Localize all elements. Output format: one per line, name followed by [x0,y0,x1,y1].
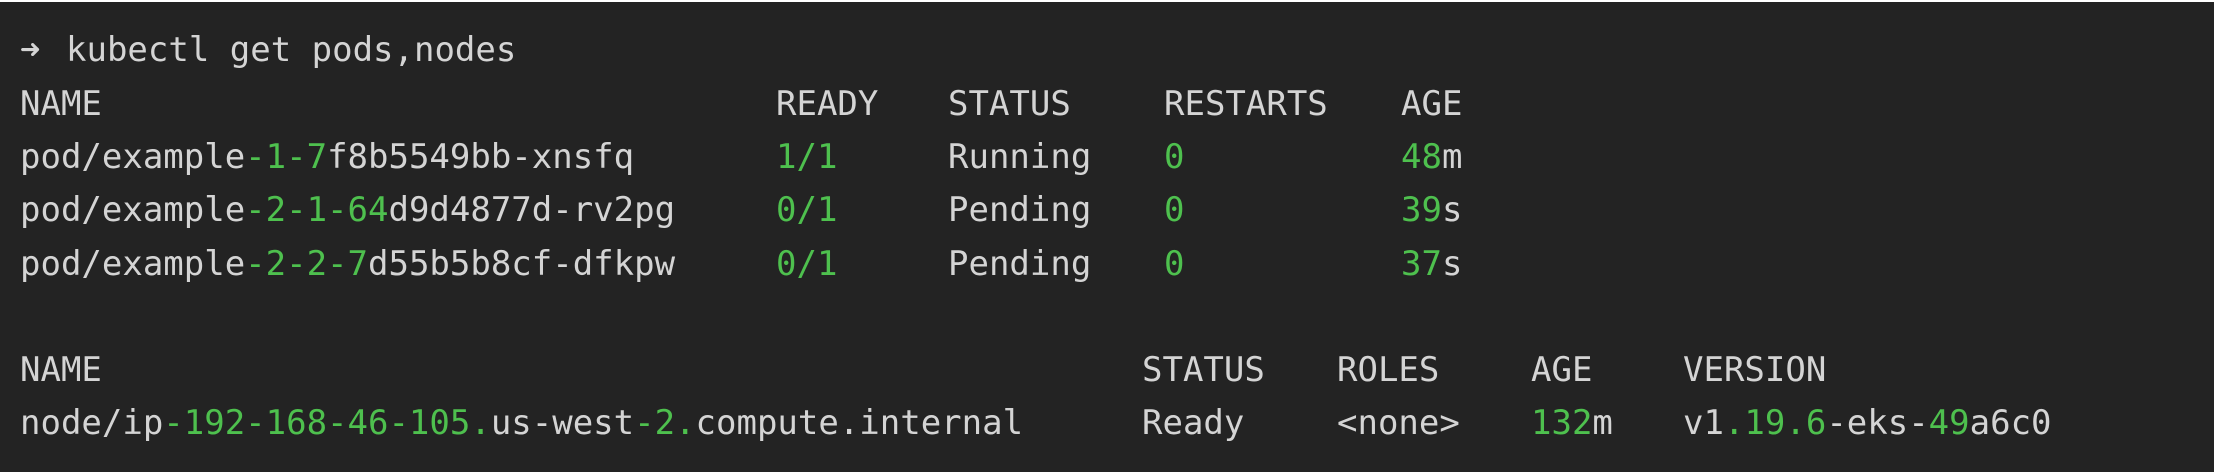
command-text: kubectl get pods,nodes [66,30,517,70]
column-header-status: STATUS [1142,350,1265,390]
text-segment: -eks- [1826,403,1929,443]
pod-row: pod/example-2-2-7d55b5b8cf-dfkpw 0/1 Pen… [0,242,2214,286]
command-line: ➜ kubectl get pods,nodes [0,28,2214,72]
text-segment: s [1441,190,1463,230]
prompt-arrow-icon: ➜ [20,30,41,70]
text-segment: pod/example [20,244,246,284]
node-roles: <none> [1337,403,1460,443]
text-segment: m [1592,403,1613,443]
pod-ready: 0/1 [776,190,838,230]
node-name: node/ip-192-168-46-105.us-west-2.compute… [20,401,1023,445]
text-segment: pod/example [20,190,246,230]
pod-ready: 0/1 [776,244,838,284]
pod-restarts: 0 [1164,190,1185,230]
text-segment: f8b5549bb-xnsfq [327,137,635,177]
terminal-window[interactable]: ➜ kubectl get pods,nodes NAME READY STAT… [0,2,2214,472]
pod-name: pod/example-1-7f8b5549bb-xnsfq [20,135,634,179]
pod-age: 39s [1401,188,1462,232]
text-segment: node/ip [20,403,164,443]
pod-ready: 1/1 [776,137,838,177]
column-header-version: VERSION [1683,350,1827,390]
node-age: 132m [1531,401,1613,445]
node-version: v1.19.6-eks-49a6c0 [1683,401,2052,445]
nodes-table-header: NAME STATUS ROLES AGE VERSION [0,348,2214,392]
pod-row: pod/example-1-7f8b5549bb-xnsfq 1/1 Runni… [0,135,2214,179]
text-segment: -2. [634,403,696,443]
text-segment: pod/example [20,137,246,177]
node-status: Ready [1142,403,1245,443]
text-segment: m [1441,137,1463,177]
column-header-age: AGE [1401,84,1463,124]
text-segment: d9d4877d-rv2pg [388,190,676,230]
text-segment: v1 [1683,403,1724,443]
pods-table-header: NAME READY STATUS RESTARTS AGE [0,82,2214,126]
column-header-status: STATUS [948,84,1071,124]
text-segment: -192-168-46-105. [163,403,491,443]
pod-name: pod/example-2-1-64d9d4877d-rv2pg [20,188,675,232]
column-header-age: AGE [1531,350,1593,390]
text-segment: -2-1-64 [245,190,389,230]
text-segment: us-west [490,403,635,443]
pod-row: pod/example-2-1-64d9d4877d-rv2pg 0/1 Pen… [0,188,2214,232]
column-header-roles: ROLES [1337,350,1440,390]
text-segment: a6c0 [1969,403,2052,443]
text-segment: -2-2-7 [245,244,368,284]
pod-age: 37s [1401,242,1462,286]
text-segment: d55b5b8cf-dfkpw [368,244,676,284]
pod-status: Pending [948,190,1092,230]
pod-status: Running [948,137,1092,177]
text-segment: 49 [1928,403,1970,443]
text-segment: 132 [1531,403,1593,443]
pod-restarts: 0 [1164,244,1185,284]
text-segment: s [1441,244,1463,284]
text-segment: compute.internal [695,403,1024,443]
pod-name: pod/example-2-2-7d55b5b8cf-dfkpw [20,242,675,286]
pod-restarts: 0 [1164,137,1185,177]
pod-age: 48m [1401,135,1462,179]
text-segment: .19.6 [1723,403,1827,443]
pod-status: Pending [948,244,1092,284]
column-header-ready: READY [776,84,879,124]
text-segment: 48 [1401,137,1442,177]
column-header-name: NAME [20,350,102,390]
node-row: node/ip-192-168-46-105.us-west-2.compute… [0,401,2214,445]
text-segment: 37 [1401,244,1442,284]
text-segment: -1-7 [245,137,328,177]
text-segment: 39 [1401,190,1442,230]
column-header-restarts: RESTARTS [1164,84,1328,124]
column-header-name: NAME [20,84,102,124]
